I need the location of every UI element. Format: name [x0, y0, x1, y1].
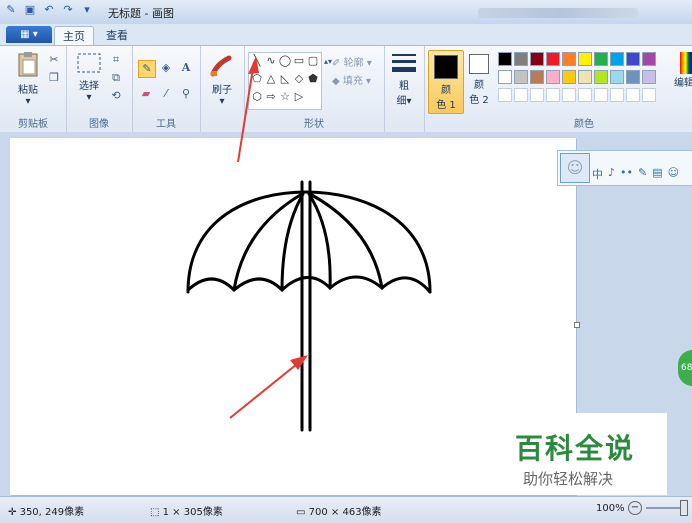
qq-tool-item[interactable]: ▤: [652, 166, 662, 182]
watermark-title: 百科全说: [515, 432, 636, 465]
qq-floating-toolbar: ☺ 中 ♪ •• ✎ ▤ ☺: [557, 150, 692, 186]
selection-icon: ⬚: [150, 507, 160, 518]
qq-tool-items: 中 ♪ •• ✎ ▤ ☺: [592, 166, 679, 182]
zoom-slider-thumb[interactable]: [680, 500, 688, 516]
annotation-arrow-top: [237, 61, 255, 163]
annotation-arrow-bottom: [229, 359, 303, 419]
image-size-icon: ▭: [296, 507, 306, 518]
cursor-position: ✛ 350, 249像素: [8, 507, 85, 518]
zoom-level: 100%: [596, 503, 625, 514]
image-size: ▭ 700 × 463像素: [296, 507, 382, 518]
qq-tool-item[interactable]: 中: [592, 166, 603, 182]
annotation-arrowhead-top: [248, 56, 259, 74]
qq-tool-item[interactable]: ☺: [668, 166, 679, 182]
zoom-out-button[interactable]: −: [628, 501, 642, 515]
qq-tool-item[interactable]: ♪: [608, 166, 615, 182]
status-bar: ✛ 350, 249像素 ⬚ 1 × 305像素 ▭ 700 × 463像素 1…: [0, 496, 692, 523]
selection-size: ⬚ 1 × 305像素: [150, 507, 223, 518]
watermark: 百科全说 助你轻松解决: [495, 413, 667, 495]
qq-avatar[interactable]: ☺: [560, 153, 590, 183]
qq-tool-item[interactable]: ✎: [638, 166, 647, 182]
watermark-subtitle: 助你轻松解决: [523, 470, 614, 488]
cursor-icon: ✛: [8, 507, 17, 518]
qq-tool-item[interactable]: ••: [620, 166, 633, 182]
